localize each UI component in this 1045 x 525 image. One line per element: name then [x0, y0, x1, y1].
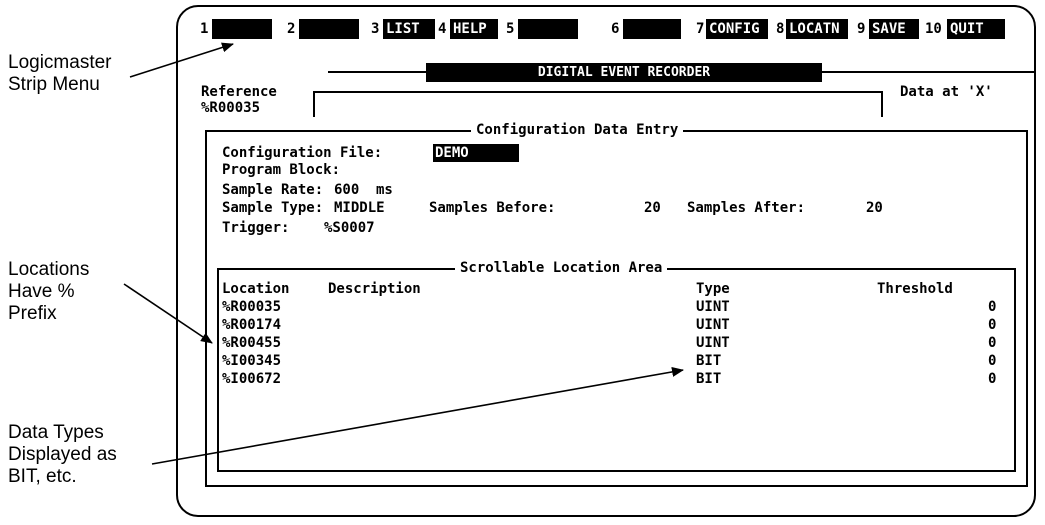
reference-value: %R00035	[201, 100, 261, 116]
row-type: BIT	[696, 353, 722, 369]
callout-line: Prefix	[8, 303, 57, 324]
column-header-description: Description	[328, 281, 421, 297]
row-threshold: 0	[988, 353, 997, 369]
fkey-number: 10	[925, 21, 942, 37]
row-threshold: 0	[988, 335, 997, 351]
column-header-threshold: Threshold	[877, 281, 953, 297]
fkey-number: 5	[506, 21, 515, 37]
fkey-label: HELP	[450, 19, 498, 39]
callout-data-types: Data Types Displayed as BIT, etc.	[8, 422, 117, 488]
fkey-number: 7	[696, 21, 705, 37]
row-location: %I00345	[222, 353, 282, 369]
fkey-number: 2	[287, 21, 296, 37]
fkey-label	[212, 19, 272, 39]
samples-before-label: Samples Before:	[429, 200, 556, 216]
fkey-number: 3	[371, 21, 380, 37]
sample-rate-label: Sample Rate:	[222, 182, 324, 198]
sample-type-label: Sample Type:	[222, 200, 324, 216]
program-block-label: Program Block:	[222, 162, 341, 178]
row-location: %R00174	[222, 317, 282, 333]
fkey-label: LOCATN	[786, 19, 848, 39]
callout-strip-menu: Logicmaster Strip Menu	[8, 52, 112, 96]
column-header-location: Location	[222, 281, 290, 297]
fkey-label: SAVE	[869, 19, 919, 39]
samples-before-value[interactable]: 20	[644, 200, 661, 216]
fkey-number: 1	[200, 21, 209, 37]
config-file-input[interactable]: DEMO	[433, 144, 519, 162]
callout-line: Logicmaster	[8, 52, 112, 73]
config-file-label: Configuration File:	[222, 145, 383, 161]
location-area-legend: Scrollable Location Area	[455, 260, 668, 276]
reference-data-bracket-right	[881, 91, 883, 117]
samples-after-value[interactable]: 20	[866, 200, 883, 216]
row-location: %R00035	[222, 299, 282, 315]
row-type: BIT	[696, 371, 722, 387]
row-threshold: 0	[988, 317, 997, 333]
fkey-number: 6	[611, 21, 620, 37]
reference-label: Reference	[201, 84, 277, 100]
scrollable-location-area[interactable]	[217, 268, 1016, 472]
fkey-label	[623, 19, 681, 39]
data-at-label: Data at 'X'	[900, 84, 993, 100]
row-threshold: 0	[988, 371, 997, 387]
page-title: DIGITAL EVENT RECORDER	[426, 63, 822, 82]
trigger-label: Trigger:	[222, 220, 290, 236]
title-rule-right	[822, 71, 1034, 73]
row-type: UINT	[696, 335, 730, 351]
fkey-label	[518, 19, 578, 39]
callout-line: Strip Menu	[8, 74, 100, 95]
title-rule-left	[328, 71, 426, 73]
config-data-entry-legend: Configuration Data Entry	[471, 122, 684, 138]
callout-line: Have %	[8, 281, 75, 302]
callout-line: BIT, etc.	[8, 466, 77, 487]
sample-rate-value[interactable]: 600	[334, 182, 359, 198]
row-type: UINT	[696, 299, 730, 315]
reference-data-bracket-left	[313, 91, 315, 117]
callout-line: Displayed as	[8, 444, 117, 465]
row-threshold: 0	[988, 299, 997, 315]
callout-locations: Locations Have % Prefix	[8, 259, 89, 325]
fkey-label	[299, 19, 359, 39]
row-location: %R00455	[222, 335, 282, 351]
fkey-label: CONFIG	[706, 19, 768, 39]
fkey-label: QUIT	[947, 19, 1005, 39]
column-header-type: Type	[696, 281, 730, 297]
callout-line: Data Types	[8, 422, 104, 443]
reference-data-bracket	[313, 91, 883, 93]
samples-after-label: Samples After:	[687, 200, 806, 216]
sample-type-value[interactable]: MIDDLE	[334, 200, 385, 216]
strip-menu: 1 2 3 LIST 4 HELP 5 6 7 CONFIG 8 LOCATN …	[200, 19, 1040, 39]
row-location: %I00672	[222, 371, 282, 387]
trigger-value[interactable]: %S0007	[324, 220, 375, 236]
fkey-number: 4	[438, 21, 447, 37]
fkey-label: LIST	[383, 19, 435, 39]
callout-line: Locations	[8, 259, 90, 280]
row-type: UINT	[696, 317, 730, 333]
fkey-number: 8	[776, 21, 785, 37]
sample-rate-unit: ms	[376, 182, 393, 198]
fkey-number: 9	[857, 21, 866, 37]
